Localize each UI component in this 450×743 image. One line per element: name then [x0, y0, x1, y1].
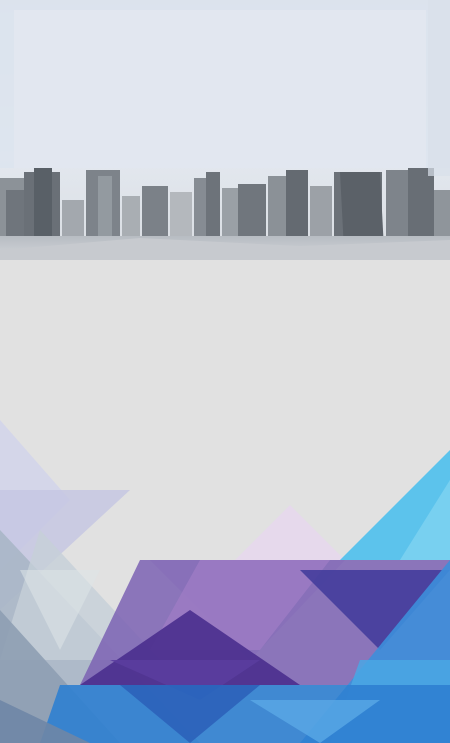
overlay-edge [428, 0, 450, 176]
geometric-triangle-pattern [0, 420, 450, 743]
poster-background: { "colors": { "page_background": "#e1e1e… [0, 0, 450, 743]
city-skyline-banner [0, 0, 450, 260]
overlay-panel [14, 10, 426, 168]
triangle-facet [235, 505, 345, 560]
